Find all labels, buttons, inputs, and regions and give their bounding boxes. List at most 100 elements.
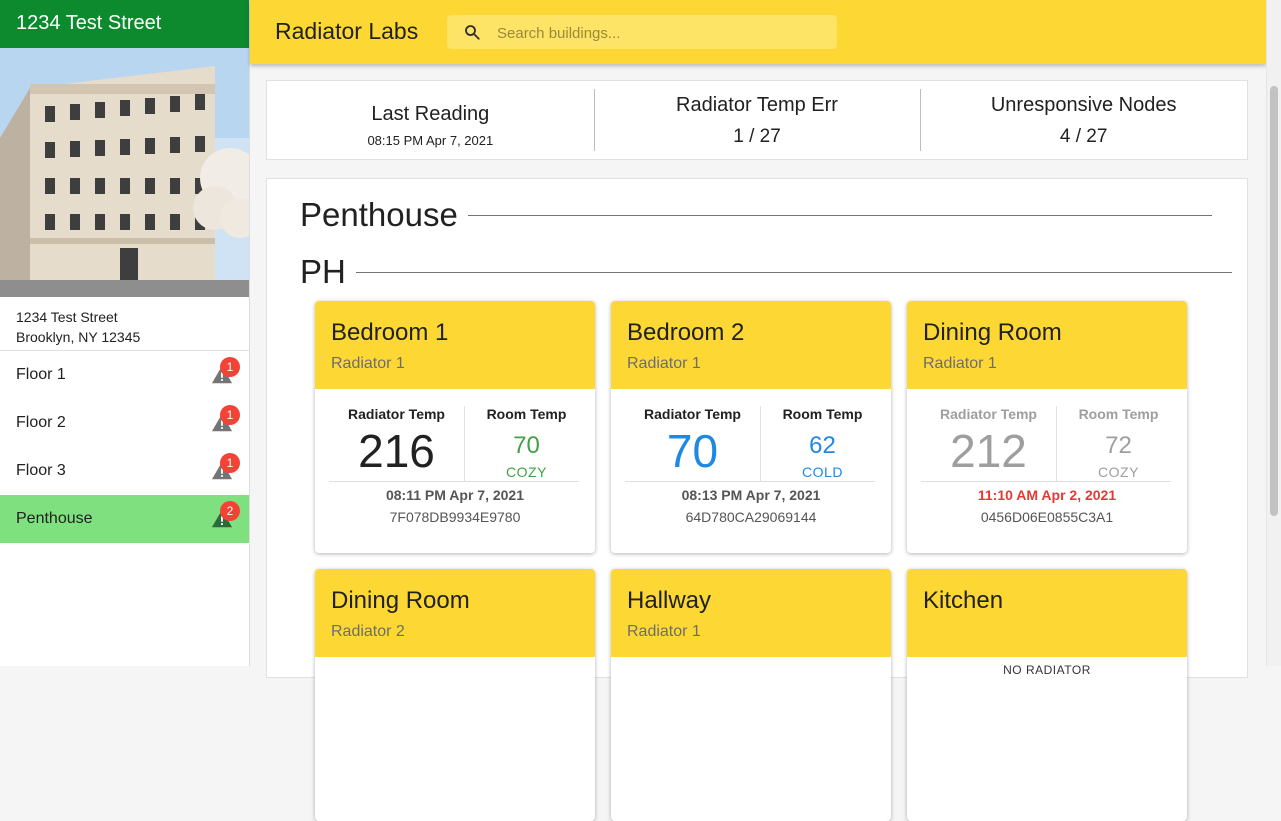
- sidebar-item-floor-2[interactable]: Floor 2 1: [0, 399, 249, 447]
- stat-radiator-temp-err: Radiator Temp Err 1 / 27: [593, 81, 921, 159]
- reading-time: 08:11 PM Apr 7, 2021: [385, 487, 524, 503]
- room-name: Bedroom 1: [331, 319, 449, 346]
- card-body: Radiator Temp 70 Room Temp 62 COLD 08:13…: [611, 389, 891, 553]
- radiator-name: Radiator 1: [331, 355, 405, 372]
- radiator-card[interactable]: Dining Room Radiator 2: [315, 569, 595, 821]
- comfort-status: COLD: [802, 464, 843, 480]
- alert-count-badge: 1: [220, 405, 240, 425]
- room-temp-value: 62: [809, 432, 836, 459]
- divider: [921, 481, 1171, 482]
- room-temp-label: Room Temp: [486, 406, 567, 422]
- stat-value: 4 / 27: [1059, 126, 1108, 147]
- floor-title: Penthouse: [300, 196, 458, 233]
- sidebar: 1234 Test Street 1234 Test Street Brookl…: [0, 0, 250, 666]
- radiator-card[interactable]: Dining Room Radiator 1 Radiator Temp 212…: [907, 301, 1187, 553]
- radiator-temp-label: Radiator Temp: [644, 406, 741, 422]
- radiator-name: Radiator 2: [331, 623, 405, 640]
- search-box[interactable]: [447, 15, 837, 51]
- stat-title: Unresponsive Nodes: [990, 94, 1177, 116]
- radiator-temp-value: 70: [666, 425, 719, 477]
- divider: [625, 481, 875, 482]
- floor-label: Floor 2: [16, 414, 66, 431]
- radiator-card[interactable]: Bedroom 1 Radiator 1 Radiator Temp 216 R…: [315, 301, 595, 553]
- floor-label: Floor 1: [16, 366, 66, 383]
- unit-heading: PH: [300, 253, 1232, 291]
- room-temp-value: 72: [1105, 432, 1132, 459]
- no-radiator-label: NO RADIATOR: [1003, 663, 1091, 677]
- stat-title: Last Reading: [371, 103, 490, 125]
- floor-label: Floor 3: [16, 462, 66, 479]
- card-header: Dining Room Radiator 2: [315, 569, 595, 657]
- address-line-1: 1234 Test Street: [16, 309, 118, 325]
- room-temp-column: Room Temp 70 COZY: [464, 406, 588, 482]
- unit-title: PH: [300, 253, 346, 290]
- sidebar-item-floor-3[interactable]: Floor 3 1: [0, 447, 249, 495]
- radiator-name: Radiator 1: [627, 355, 701, 372]
- building-title: 1234 Test Street: [0, 0, 249, 48]
- divider: [355, 271, 1232, 273]
- room-name: Dining Room: [923, 319, 1062, 346]
- node-id: 0456D06E0855C3A1: [980, 509, 1114, 525]
- stat-value: 1 / 27: [733, 126, 781, 147]
- room-temp-column: Room Temp 72 COZY: [1056, 406, 1180, 482]
- scrollbar[interactable]: [1266, 0, 1281, 666]
- radiator-temp-label: Radiator Temp: [348, 406, 445, 422]
- reading-time: 08:13 PM Apr 7, 2021: [681, 487, 821, 503]
- room-temp-column: Room Temp 62 COLD: [760, 406, 884, 482]
- room-card[interactable]: Kitchen NO RADIATOR: [907, 569, 1187, 821]
- radiator-temp-column: Radiator Temp 216: [329, 406, 464, 478]
- divider: [329, 481, 579, 482]
- divider: [467, 214, 1212, 216]
- app-title: Radiator Labs: [275, 18, 419, 44]
- floor-heading: Penthouse: [300, 196, 1212, 234]
- card-header: Dining Room Radiator 1: [907, 301, 1187, 389]
- alert-count-badge: 1: [220, 357, 240, 377]
- stat-title: Radiator Temp Err: [676, 94, 838, 116]
- alert-count-badge: 2: [220, 501, 240, 521]
- stat-value: 08:15 PM Apr 7, 2021: [367, 133, 494, 148]
- scrollbar-thumb[interactable]: [1270, 86, 1278, 516]
- card-body: [611, 657, 891, 821]
- card-body: Radiator Temp 216 Room Temp 70 COZY 08:1…: [315, 389, 595, 553]
- sidebar-item-floor-1[interactable]: Floor 1 1: [0, 351, 249, 399]
- room-temp-value: 70: [513, 432, 540, 459]
- app-bar: Radiator Labs: [250, 0, 1266, 64]
- comfort-status: COZY: [506, 464, 547, 480]
- room-name: Hallway: [627, 587, 712, 614]
- radiator-temp-label: Radiator Temp: [940, 406, 1037, 422]
- floor-label: Penthouse: [16, 510, 93, 527]
- room-temp-label: Room Temp: [1078, 406, 1159, 422]
- card-header: Kitchen: [907, 569, 1187, 657]
- sidebar-item-penthouse[interactable]: Penthouse 2: [0, 495, 249, 543]
- room-name: Kitchen: [923, 587, 1004, 614]
- node-id: 64D780CA29069144: [685, 509, 817, 525]
- building-address: 1234 Test Street Brooklyn, NY 12345: [0, 297, 249, 351]
- radiator-name: Radiator 1: [923, 355, 997, 372]
- card-body: [315, 657, 595, 821]
- building-photo: [0, 48, 249, 297]
- card-header: Bedroom 2 Radiator 1: [611, 301, 891, 389]
- card-header: Hallway Radiator 1: [611, 569, 891, 657]
- radiator-card[interactable]: Hallway Radiator 1: [611, 569, 891, 821]
- search-input[interactable]: [495, 15, 829, 51]
- stats-panel: Last Reading 08:15 PM Apr 7, 2021 Radiat…: [266, 80, 1248, 160]
- floor-content: Penthouse PH Bedroom 1 Radiator 1 Radiat…: [266, 178, 1248, 821]
- room-temp-label: Room Temp: [782, 406, 863, 422]
- radiator-card[interactable]: Bedroom 2 Radiator 1 Radiator Temp 70 Ro…: [611, 301, 891, 553]
- room-name: Dining Room: [331, 587, 470, 614]
- radiator-name: Radiator 1: [627, 623, 701, 640]
- card-body: NO RADIATOR: [907, 657, 1187, 821]
- card-header: Bedroom 1 Radiator 1: [315, 301, 595, 389]
- radiator-temp-column: Radiator Temp 212: [921, 406, 1056, 478]
- card-body: Radiator Temp 212 Room Temp 72 COZY 11:1…: [907, 389, 1187, 553]
- stat-last-reading: Last Reading 08:15 PM Apr 7, 2021: [267, 81, 594, 159]
- alert-count-badge: 1: [220, 453, 240, 473]
- node-id: 7F078DB9934E9780: [389, 509, 521, 525]
- radiator-temp-value: 212: [950, 425, 1027, 477]
- reading-time: 11:10 AM Apr 2, 2021: [977, 487, 1117, 503]
- radiator-temp-value: 216: [358, 425, 435, 477]
- address-line-2: Brooklyn, NY 12345: [16, 329, 141, 345]
- comfort-status: COZY: [1098, 464, 1139, 480]
- stat-unresponsive-nodes: Unresponsive Nodes 4 / 27: [920, 81, 1247, 159]
- room-name: Bedroom 2: [627, 319, 745, 346]
